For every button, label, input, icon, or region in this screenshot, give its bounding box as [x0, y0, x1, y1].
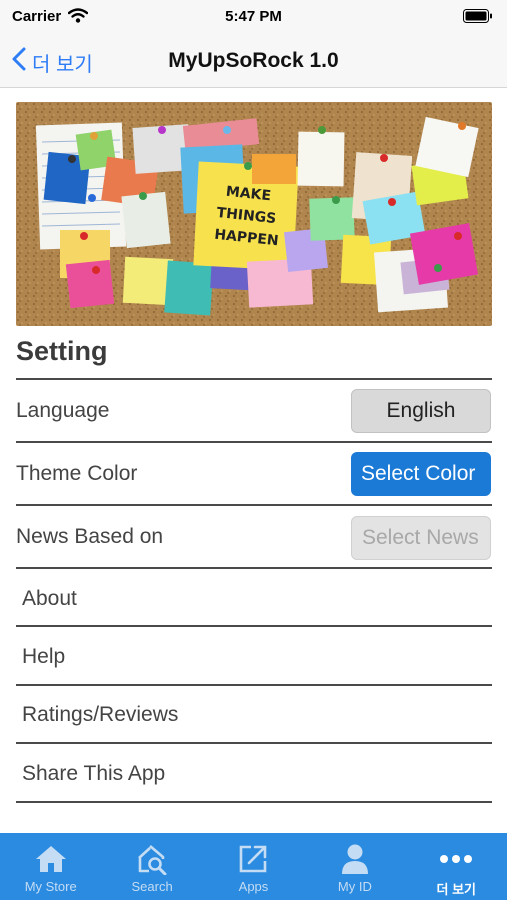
- divider: [16, 567, 492, 569]
- select-news-button[interactable]: Select News: [351, 516, 491, 560]
- tab-my-store[interactable]: My Store: [0, 833, 101, 900]
- tab-search[interactable]: Search: [101, 833, 202, 900]
- home-icon: [34, 843, 68, 875]
- tab-bar: My Store Search Apps My ID 더 보기: [0, 833, 507, 900]
- select-color-button[interactable]: Select Color: [351, 452, 491, 496]
- language-button[interactable]: English: [351, 389, 491, 433]
- tab-apps[interactable]: Apps: [203, 833, 304, 900]
- menu-item-help[interactable]: Help: [22, 645, 482, 669]
- more-dots-icon: [439, 843, 473, 875]
- divider: [16, 801, 492, 803]
- tab-label: 더 보기: [436, 882, 477, 897]
- divider: [16, 504, 492, 506]
- battery-icon: [463, 9, 493, 28]
- divider: [16, 378, 492, 380]
- news-based-on-label: News Based on: [16, 525, 164, 548]
- menu-item-share-this-app[interactable]: Share This App: [22, 762, 482, 786]
- person-icon: [340, 843, 370, 875]
- settings-title: Setting: [16, 336, 108, 366]
- clock: 5:47 PM: [225, 8, 282, 25]
- tab-my-id[interactable]: My ID: [304, 833, 405, 900]
- tab-more[interactable]: 더 보기: [406, 833, 507, 900]
- status-bar: Carrier 5:47 PM: [0, 0, 507, 36]
- divider: [16, 625, 492, 627]
- tab-label: My ID: [337, 879, 372, 894]
- menu-item-ratings-reviews[interactable]: Ratings/Reviews: [22, 703, 482, 727]
- page-title: MyUpSoRock 1.0: [168, 49, 339, 72]
- divider: [16, 441, 492, 443]
- search-house-icon: [135, 843, 169, 875]
- tab-label: Search: [131, 879, 173, 894]
- tab-label: My Store: [24, 879, 77, 894]
- navigation-bar: 더 보기 MyUpSoRock 1.0: [0, 36, 507, 88]
- language-label: Language: [16, 399, 110, 422]
- theme-color-label: Theme Color: [16, 462, 138, 485]
- menu-item-about[interactable]: About: [22, 587, 482, 611]
- banner-image: MAKE THINGS HAPPEN: [16, 102, 492, 326]
- divider: [16, 742, 492, 744]
- divider: [16, 684, 492, 686]
- tab-label: Apps: [238, 879, 269, 894]
- external-link-icon: [237, 843, 269, 875]
